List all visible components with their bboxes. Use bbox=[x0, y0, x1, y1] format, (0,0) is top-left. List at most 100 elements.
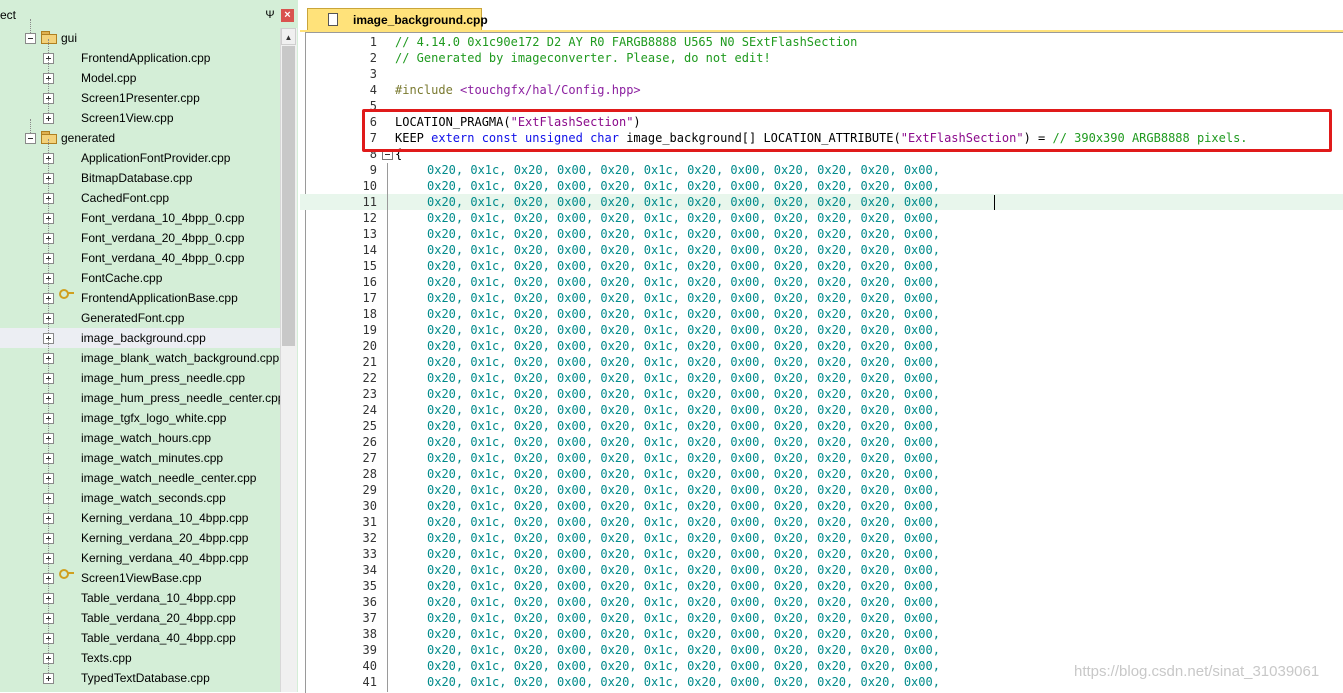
code-line[interactable]: 10 0x20, 0x1c, 0x20, 0x00, 0x20, 0x1c, 0x… bbox=[300, 178, 1343, 194]
tab-image-background[interactable]: image_background.cpp bbox=[307, 8, 488, 30]
code-line[interactable]: 13 0x20, 0x1c, 0x20, 0x00, 0x20, 0x1c, 0x… bbox=[300, 226, 1343, 242]
fold-toggle-icon[interactable] bbox=[382, 149, 393, 160]
code-line[interactable]: 19 0x20, 0x1c, 0x20, 0x00, 0x20, 0x1c, 0x… bbox=[300, 322, 1343, 338]
code-line[interactable]: 6 LOCATION_PRAGMA("ExtFlashSection") bbox=[300, 114, 1343, 130]
code-line[interactable]: 1 // 4.14.0 0x1c90e172 D2 AY R0 FARGB8888… bbox=[300, 34, 1343, 50]
tree-item[interactable]: image_tgfx_logo_white.cpp bbox=[0, 399, 280, 428]
code-line[interactable]: 8{ bbox=[300, 146, 1343, 162]
code-line[interactable]: 28 0x20, 0x1c, 0x20, 0x00, 0x20, 0x1c, 0x… bbox=[300, 466, 1343, 482]
tree-item[interactable]: Font_verdana_10_4bpp_0.cpp bbox=[0, 199, 280, 228]
tree-item[interactable]: Model.cpp bbox=[0, 59, 280, 88]
tree-scrollbar[interactable]: ▲ bbox=[280, 28, 297, 692]
tree-item-label: Kerning_verdana_20_4bpp.cpp bbox=[81, 531, 249, 545]
code-line[interactable]: 34 0x20, 0x1c, 0x20, 0x00, 0x20, 0x1c, 0x… bbox=[300, 562, 1343, 578]
collapse-icon[interactable] bbox=[25, 133, 36, 144]
tree-item[interactable]: image_watch_needle_center.cpp bbox=[0, 459, 280, 488]
code-line[interactable]: 12 0x20, 0x1c, 0x20, 0x00, 0x20, 0x1c, 0x… bbox=[300, 210, 1343, 226]
code-line[interactable]: 26 0x20, 0x1c, 0x20, 0x00, 0x20, 0x1c, 0x… bbox=[300, 434, 1343, 450]
code-line[interactable]: 20 0x20, 0x1c, 0x20, 0x00, 0x20, 0x1c, 0x… bbox=[300, 338, 1343, 354]
tree-item[interactable]: Screen1ViewBase.cpp bbox=[0, 559, 280, 588]
code-line[interactable]: 31 0x20, 0x1c, 0x20, 0x00, 0x20, 0x1c, 0x… bbox=[300, 514, 1343, 530]
pin-icon[interactable]: Ψ bbox=[263, 8, 277, 22]
code-line[interactable]: 3 bbox=[300, 66, 1343, 82]
tree-item[interactable]: FrontendApplication.cpp bbox=[0, 39, 280, 68]
tree-item[interactable]: image_hum_press_needle.cpp bbox=[0, 359, 280, 388]
tree-item[interactable]: Table_verdana_20_4bpp.cpp bbox=[0, 599, 280, 628]
tree-item[interactable]: image_watch_hours.cpp bbox=[0, 419, 280, 448]
text-caret bbox=[994, 195, 995, 210]
code-line[interactable]: 35 0x20, 0x1c, 0x20, 0x00, 0x20, 0x1c, 0x… bbox=[300, 578, 1343, 594]
tree-item[interactable]: Texts.cpp bbox=[0, 639, 280, 668]
code-token: 0x20, 0x1c, 0x20, 0x00, 0x20, 0x1c, 0x20… bbox=[427, 179, 940, 193]
code-line[interactable]: 38 0x20, 0x1c, 0x20, 0x00, 0x20, 0x1c, 0x… bbox=[300, 626, 1343, 642]
code-line[interactable]: 33 0x20, 0x1c, 0x20, 0x00, 0x20, 0x1c, 0x… bbox=[300, 546, 1343, 562]
code-token: 0x20, 0x1c, 0x20, 0x00, 0x20, 0x1c, 0x20… bbox=[427, 435, 940, 449]
code-line[interactable]: 22 0x20, 0x1c, 0x20, 0x00, 0x20, 0x1c, 0x… bbox=[300, 370, 1343, 386]
tree-folder[interactable]: generated bbox=[0, 119, 280, 148]
code-token: 0x20, 0x1c, 0x20, 0x00, 0x20, 0x1c, 0x20… bbox=[427, 163, 940, 177]
code-text: 0x20, 0x1c, 0x20, 0x00, 0x20, 0x1c, 0x20… bbox=[427, 194, 940, 210]
line-number: 26 bbox=[362, 435, 377, 449]
editor-tab-strip: image_background.cpp bbox=[300, 6, 1343, 32]
code-line[interactable]: 11 0x20, 0x1c, 0x20, 0x00, 0x20, 0x1c, 0x… bbox=[300, 194, 1343, 210]
code-line[interactable]: 14 0x20, 0x1c, 0x20, 0x00, 0x20, 0x1c, 0x… bbox=[300, 242, 1343, 258]
code-line[interactable]: 39 0x20, 0x1c, 0x20, 0x00, 0x20, 0x1c, 0x… bbox=[300, 642, 1343, 658]
watermark: https://blog.csdn.net/sinat_31039061 bbox=[1074, 663, 1320, 680]
tree-item[interactable]: TypedTextDatabase.cpp bbox=[0, 659, 280, 688]
tree-item[interactable]: BitmapDatabase.cpp bbox=[0, 159, 280, 188]
code-text: 0x20, 0x1c, 0x20, 0x00, 0x20, 0x1c, 0x20… bbox=[427, 354, 940, 370]
tree-item[interactable]: Font_verdana_20_4bpp_0.cpp bbox=[0, 219, 280, 248]
tree-item[interactable]: Table_verdana_40_4bpp.cpp bbox=[0, 619, 280, 648]
tree-item[interactable]: Screen1Presenter.cpp bbox=[0, 79, 280, 108]
tree-item[interactable]: FrontendApplicationBase.cpp bbox=[0, 279, 280, 308]
code-line[interactable]: 16 0x20, 0x1c, 0x20, 0x00, 0x20, 0x1c, 0x… bbox=[300, 274, 1343, 290]
code-line[interactable]: 17 0x20, 0x1c, 0x20, 0x00, 0x20, 0x1c, 0x… bbox=[300, 290, 1343, 306]
project-panel-titlebar: ect Ψ × bbox=[0, 6, 298, 26]
tree-item[interactable]: Kerning_verdana_40_4bpp.cpp bbox=[0, 539, 280, 568]
code-token: 0x20, 0x1c, 0x20, 0x00, 0x20, 0x1c, 0x20… bbox=[427, 531, 940, 545]
code-line[interactable]: 4 #include <touchgfx/hal/Config.hpp> bbox=[300, 82, 1343, 98]
tree-item[interactable]: GeneratedFont.cpp bbox=[0, 299, 280, 328]
code-text: 0x20, 0x1c, 0x20, 0x00, 0x20, 0x1c, 0x20… bbox=[427, 242, 940, 258]
code-area[interactable]: 1 // 4.14.0 0x1c90e172 D2 AY R0 FARGB8888… bbox=[300, 33, 1343, 692]
code-line[interactable]: 29 0x20, 0x1c, 0x20, 0x00, 0x20, 0x1c, 0x… bbox=[300, 482, 1343, 498]
code-line[interactable]: 36 0x20, 0x1c, 0x20, 0x00, 0x20, 0x1c, 0x… bbox=[300, 594, 1343, 610]
code-text: 0x20, 0x1c, 0x20, 0x00, 0x20, 0x1c, 0x20… bbox=[427, 482, 940, 498]
tree-item[interactable]: image_blank_watch_background.cpp bbox=[0, 339, 280, 368]
code-line[interactable]: 5 bbox=[300, 98, 1343, 114]
tree-item[interactable]: Kerning_verdana_20_4bpp.cpp bbox=[0, 519, 280, 548]
expand-icon[interactable] bbox=[43, 673, 54, 684]
scroll-up-icon[interactable]: ▲ bbox=[281, 28, 296, 45]
code-line[interactable]: 37 0x20, 0x1c, 0x20, 0x00, 0x20, 0x1c, 0x… bbox=[300, 610, 1343, 626]
tree-item[interactable]: Kerning_verdana_10_4bpp.cpp bbox=[0, 499, 280, 528]
code-line[interactable]: 9 0x20, 0x1c, 0x20, 0x00, 0x20, 0x1c, 0x2… bbox=[300, 162, 1343, 178]
tree-folder[interactable]: gui bbox=[0, 19, 280, 48]
tree-item[interactable]: Table_verdana_10_4bpp.cpp bbox=[0, 579, 280, 608]
tree-item[interactable]: Font_verdana_40_4bpp_0.cpp bbox=[0, 239, 280, 268]
close-icon[interactable]: × bbox=[281, 9, 294, 22]
code-line[interactable]: 27 0x20, 0x1c, 0x20, 0x00, 0x20, 0x1c, 0x… bbox=[300, 450, 1343, 466]
code-line[interactable]: 32 0x20, 0x1c, 0x20, 0x00, 0x20, 0x1c, 0x… bbox=[300, 530, 1343, 546]
tree-item[interactable]: FontCache.cpp bbox=[0, 259, 280, 288]
code-line[interactable]: 2 // Generated by imageconverter. Please,… bbox=[300, 50, 1343, 66]
code-text: LOCATION_PRAGMA("ExtFlashSection") bbox=[395, 114, 641, 130]
tree-item[interactable]: image_watch_seconds.cpp bbox=[0, 479, 280, 508]
code-line[interactable]: 25 0x20, 0x1c, 0x20, 0x00, 0x20, 0x1c, 0x… bbox=[300, 418, 1343, 434]
code-line[interactable]: 15 0x20, 0x1c, 0x20, 0x00, 0x20, 0x1c, 0x… bbox=[300, 258, 1343, 274]
tree-item[interactable]: CachedFont.cpp bbox=[0, 179, 280, 208]
collapse-icon[interactable] bbox=[25, 33, 36, 44]
tree-item[interactable]: Screen1View.cpp bbox=[0, 99, 280, 128]
code-line[interactable]: 21 0x20, 0x1c, 0x20, 0x00, 0x20, 0x1c, 0x… bbox=[300, 354, 1343, 370]
file-icon bbox=[328, 13, 338, 26]
code-line[interactable]: 7 KEEP extern const unsigned char image_b… bbox=[300, 130, 1343, 146]
code-line[interactable]: 23 0x20, 0x1c, 0x20, 0x00, 0x20, 0x1c, 0x… bbox=[300, 386, 1343, 402]
tree-item[interactable]: ApplicationFontProvider.cpp bbox=[0, 139, 280, 168]
expand-icon[interactable] bbox=[43, 113, 54, 124]
tree-item[interactable]: image_watch_minutes.cpp bbox=[0, 439, 280, 468]
code-line[interactable]: 18 0x20, 0x1c, 0x20, 0x00, 0x20, 0x1c, 0x… bbox=[300, 306, 1343, 322]
tree-item[interactable]: image_hum_press_needle_center.cpp bbox=[0, 379, 284, 408]
scroll-thumb[interactable] bbox=[282, 46, 295, 346]
code-line[interactable]: 30 0x20, 0x1c, 0x20, 0x00, 0x20, 0x1c, 0x… bbox=[300, 498, 1343, 514]
code-line[interactable]: 24 0x20, 0x1c, 0x20, 0x00, 0x20, 0x1c, 0x… bbox=[300, 402, 1343, 418]
tree-item[interactable]: image_background.cpp bbox=[0, 319, 280, 348]
